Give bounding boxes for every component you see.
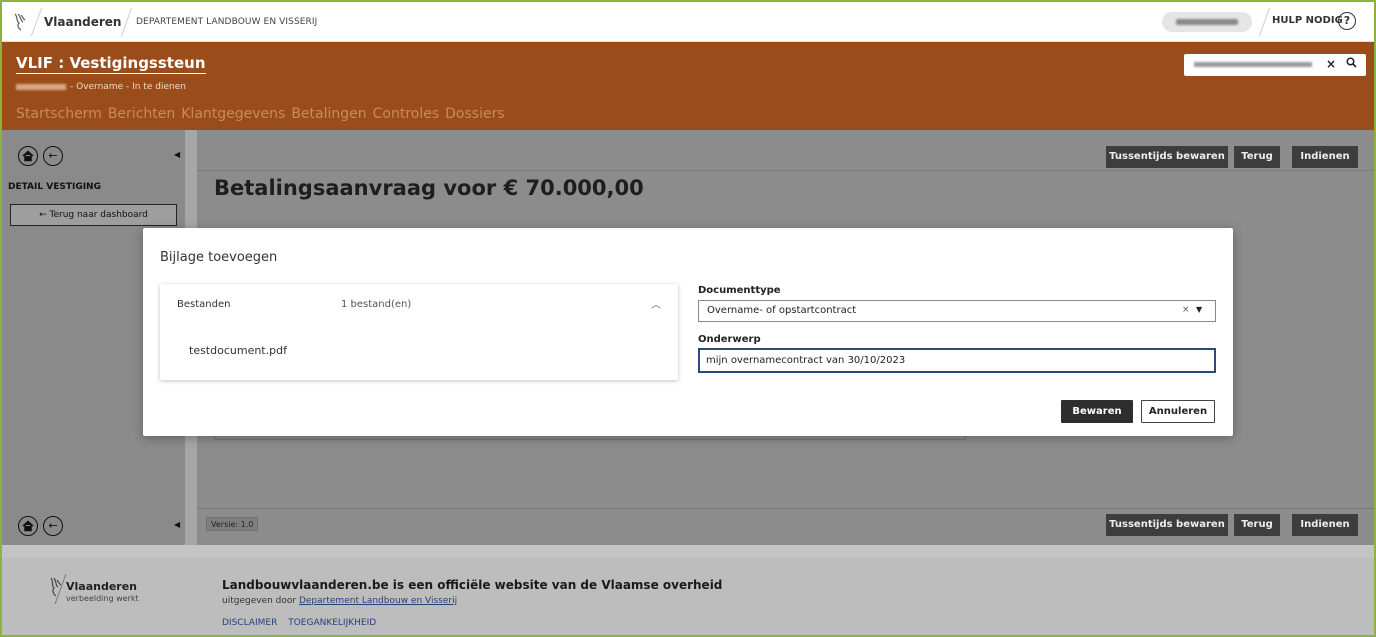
dossier-status-text: - Overname - In te dienen [70,82,186,92]
nav-dossiers[interactable]: Dossiers [445,106,505,122]
back-button-bottom[interactable]: Terug [1234,514,1280,536]
dossier-status: - Overname - In te dienen [16,82,186,92]
submit-button-bottom[interactable]: Indienen [1292,514,1358,536]
back-arrow-icon[interactable]: ← [43,516,63,536]
version-badge: Versie: 1.0 [206,517,259,531]
client-search-input[interactable]: × [1184,54,1366,76]
home-icon[interactable] [18,146,38,166]
footer-toolbar-divider [197,508,1374,509]
collapse-sidebar-icon[interactable]: ◀ [174,150,180,159]
save-button[interactable]: Bewaren [1061,400,1133,423]
page-title: Betalingsaanvraag voor € 70.000,00 [214,176,644,200]
add-attachment-dialog: Bijlage toevoegen Bestanden 1 bestand(en… [143,228,1233,436]
chevron-down-icon[interactable]: ▼ [1196,305,1202,314]
clear-search-icon[interactable]: × [1326,57,1336,71]
files-count: 1 bestand(en) [341,299,412,310]
submit-button[interactable]: Indienen [1292,146,1358,168]
app-header: VLIF : Vestigingssteun - Overname - In t… [2,42,1374,130]
subject-label: Onderwerp [698,334,761,345]
nav-klantgegevens[interactable]: Klantgegevens [181,106,285,122]
back-to-dashboard-button[interactable]: ← Terug naar dashboard [10,204,177,226]
disclaimer-link[interactable]: DISCLAIMER [222,618,277,628]
save-interim-button-bottom[interactable]: Tussentijds bewaren [1106,514,1228,536]
files-label: Bestanden [177,299,231,310]
footer-links: DISCLAIMER TOEGANKELIJKHEID [222,618,384,628]
header-divider [30,8,43,36]
header-divider [120,8,133,36]
brand-name[interactable]: Vlaanderen [44,15,121,29]
footer-brand: Vlaanderen [66,580,138,593]
search-icon[interactable] [1346,57,1357,71]
files-panel: Bestanden 1 bestand(en) ︿ testdocument.p… [160,284,678,380]
clear-selection-icon[interactable]: × [1182,305,1190,315]
page-separator [2,545,1374,558]
help-link[interactable]: HULP NODIG [1272,15,1343,26]
nav-berichten[interactable]: Berichten [108,106,175,122]
file-item[interactable]: testdocument.pdf [189,344,287,357]
footer-title: Landbouwvlaanderen.be is een officiële w… [222,578,723,592]
app-title[interactable]: VLIF : Vestigingssteun [16,54,206,74]
help-icon[interactable]: ? [1338,12,1356,30]
sidebar-section-label: DETAIL VESTIGING [8,182,101,192]
accessibility-link[interactable]: TOEGANKELIJKHEID [288,618,376,628]
department-name[interactable]: DEPARTEMENT LANDBOUW EN VISSERIJ [136,17,317,27]
nav-controles[interactable]: Controles [373,106,440,122]
footer-publisher: uitgegeven door Departement Landbouw en … [222,596,457,606]
document-type-select[interactable]: Overname- of opstartcontract × ▼ [698,300,1216,322]
header-divider [1258,8,1271,36]
collapse-sidebar-icon[interactable]: ◀ [174,520,180,529]
save-interim-button[interactable]: Tussentijds bewaren [1106,146,1228,168]
document-type-value: Overname- of opstartcontract [707,305,857,316]
subject-input[interactable] [698,348,1216,373]
user-profile-button[interactable] [1162,12,1252,32]
cancel-button[interactable]: Annuleren [1141,400,1215,423]
main-navigation: Startscherm Berichten Klantgegevens Beta… [16,106,505,122]
document-type-label: Documenttype [698,285,781,296]
vlaanderen-lion-icon[interactable] [12,12,28,32]
department-link[interactable]: Departement Landbouw en Visserij [299,596,457,606]
back-arrow-icon[interactable]: ← [43,146,63,166]
back-button[interactable]: Terug [1234,146,1280,168]
browser-frame: Vlaanderen DEPARTEMENT LANDBOUW EN VISSE… [0,0,1376,637]
dialog-title: Bijlage toevoegen [160,250,278,265]
site-footer: Vlaanderen verbeelding werkt Landbouwvla… [2,558,1374,635]
nav-betalingen[interactable]: Betalingen [291,106,366,122]
nav-startscherm[interactable]: Startscherm [16,106,102,122]
chevron-up-icon[interactable]: ︿ [651,296,661,311]
toolbar-divider [197,170,1374,171]
home-icon[interactable] [18,516,38,536]
footer-tagline: verbeelding werkt [66,594,139,603]
footer-publisher-text: uitgegeven door [222,596,297,606]
global-header: Vlaanderen DEPARTEMENT LANDBOUW EN VISSE… [2,2,1374,42]
